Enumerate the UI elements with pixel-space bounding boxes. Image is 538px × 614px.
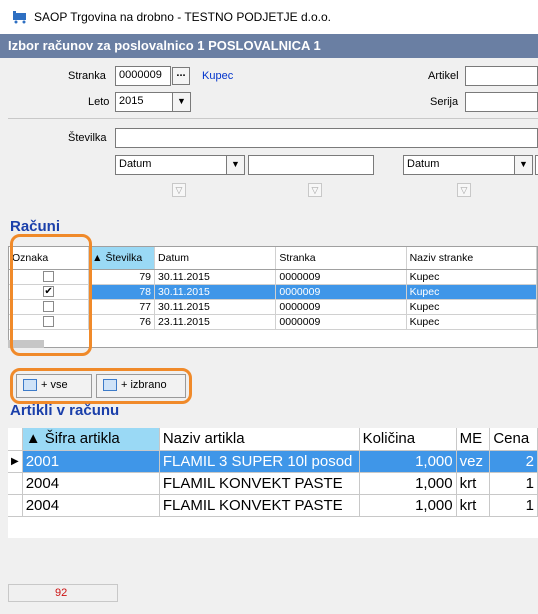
cell-stevilka: 76 <box>88 314 156 330</box>
col-sifra-label: Šifra artikla <box>44 430 120 448</box>
window-title: SAOP Trgovina na drobno - TESTNO PODJETJ… <box>34 10 332 24</box>
grid-add-icon <box>103 379 117 392</box>
datum-select-2-value: Datum <box>407 158 440 170</box>
sort-asc-icon: ▲ <box>92 251 106 264</box>
artikel-label: Artikel <box>428 70 459 82</box>
cell-stevilka: 78 <box>88 284 156 300</box>
cell-datum: 30.11.2015 <box>154 299 277 315</box>
cell-datum: 30.11.2015 <box>154 284 277 300</box>
serija-label: Serija <box>430 96 459 108</box>
cell-sifra: 2004 <box>22 472 160 495</box>
cell-cena: 1 <box>489 494 538 517</box>
col-stranka[interactable]: Stranka <box>275 247 407 270</box>
dialog-header: Izbor računov za poslovalnico 1 POSLOVAL… <box>0 34 538 58</box>
row-indicator-head <box>8 428 23 451</box>
artikli-grid[interactable]: ▲ Šifra artikla Naziv artikla Količina M… <box>8 428 538 538</box>
cell-stranka: 0000009 <box>275 314 407 330</box>
cell-cena: 1 <box>489 472 538 495</box>
cell-naziv-artikla: FLAMIL KONVEKT PASTE <box>159 494 360 517</box>
row-indicator <box>8 494 23 517</box>
stranka-input[interactable]: 0000009 <box>115 66 171 86</box>
cell-me: vez <box>456 450 491 473</box>
col-stevilka[interactable]: ▲ Številka <box>88 247 156 270</box>
row-indicator <box>8 472 23 495</box>
stranka-browse-button[interactable]: ... <box>172 67 190 85</box>
divider <box>8 118 538 119</box>
col-naziv-artikla[interactable]: Naziv artikla <box>159 428 360 451</box>
datum-select-2[interactable]: Datum ▼ <box>403 155 533 175</box>
stevilka-input[interactable] <box>115 128 538 148</box>
add-all-label: + vse <box>41 379 68 391</box>
artikli-header-row: ▲ Šifra artikla Naziv artikla Količina M… <box>8 428 538 451</box>
stevilka-label: Številka <box>68 132 107 144</box>
filter-icon[interactable]: ▽ <box>457 183 471 197</box>
col-naziv-stranke[interactable]: Naziv stranke <box>406 247 538 270</box>
chevron-down-icon[interactable]: ▼ <box>172 93 190 111</box>
cell-naziv: Kupec <box>406 269 538 285</box>
cell-stranka: 0000009 <box>275 284 407 300</box>
status-count: 92 <box>8 584 118 602</box>
chevron-down-icon[interactable]: ▼ <box>514 156 532 174</box>
cell-me: krt <box>456 472 491 495</box>
col-datum[interactable]: Datum <box>154 247 277 270</box>
cell-stevilka: 77 <box>88 299 156 315</box>
leto-label: Leto <box>88 96 110 108</box>
cell-stranka: 0000009 <box>275 269 407 285</box>
add-selected-button[interactable]: + izbrano <box>96 374 186 398</box>
artikli-table: ▲ Šifra artikla Naziv artikla Količina M… <box>8 428 538 517</box>
filter-icon[interactable]: ▽ <box>308 183 322 197</box>
datum-select-1-value: Datum <box>119 158 152 170</box>
oznaka-highlight <box>10 234 92 356</box>
cell-kolicina: 1,000 <box>359 472 457 495</box>
cell-naziv-artikla: FLAMIL KONVEKT PASTE <box>159 472 360 495</box>
racuni-title: Računi <box>10 218 61 235</box>
cell-sifra: 2004 <box>22 494 160 517</box>
filter-icon[interactable]: ▽ <box>172 183 186 197</box>
cell-naziv: Kupec <box>406 299 538 315</box>
artikel-input[interactable] <box>465 66 538 86</box>
col-me[interactable]: ME <box>456 428 491 451</box>
row-pointer-icon: ▶ <box>8 450 23 473</box>
cell-naziv: Kupec <box>406 284 538 300</box>
leto-value: 2015 <box>119 95 144 107</box>
col-cena[interactable]: Cena <box>489 428 538 451</box>
cell-stevilka: 79 <box>88 269 156 285</box>
add-all-button[interactable]: + vse <box>16 374 92 398</box>
cell-naziv-artikla: FLAMIL 3 SUPER 10l posod <box>159 450 360 473</box>
leto-select[interactable]: 2015 ▼ <box>115 92 191 112</box>
stranka-label: Stranka <box>68 70 106 82</box>
table-row[interactable]: ▶ 2001 FLAMIL 3 SUPER 10l posod 1,000 ve… <box>8 450 538 473</box>
cell-me: krt <box>456 494 491 517</box>
add-selected-label: + izbrano <box>121 379 167 391</box>
stranka-name-link[interactable]: Kupec <box>202 70 233 82</box>
serija-input[interactable] <box>465 92 538 112</box>
datum-input-1[interactable] <box>248 155 374 175</box>
cell-stranka: 0000009 <box>275 299 407 315</box>
artikli-title: Artikli v računu <box>10 402 120 419</box>
app-cart-icon <box>12 10 28 24</box>
datum-select-1[interactable]: Datum ▼ <box>115 155 245 175</box>
cell-sifra: 2001 <box>22 450 160 473</box>
cell-cena: 2 <box>489 450 538 473</box>
cell-datum: 30.11.2015 <box>154 269 277 285</box>
cell-naziv: Kupec <box>406 314 538 330</box>
cell-datum: 23.11.2015 <box>154 314 277 330</box>
col-kolicina[interactable]: Količina <box>359 428 457 451</box>
table-row[interactable]: 2004 FLAMIL KONVEKT PASTE 1,000 krt 1 <box>8 494 538 517</box>
cell-kolicina: 1,000 <box>359 494 457 517</box>
table-row[interactable]: 2004 FLAMIL KONVEKT PASTE 1,000 krt 1 <box>8 472 538 495</box>
chevron-down-icon[interactable]: ▼ <box>226 156 244 174</box>
col-stevilka-label: Številka <box>105 251 143 264</box>
cell-kolicina: 1,000 <box>359 450 457 473</box>
grid-add-icon <box>23 379 37 392</box>
col-sifra[interactable]: ▲ Šifra artikla <box>22 428 160 451</box>
sort-asc-icon: ▲ <box>25 430 45 448</box>
